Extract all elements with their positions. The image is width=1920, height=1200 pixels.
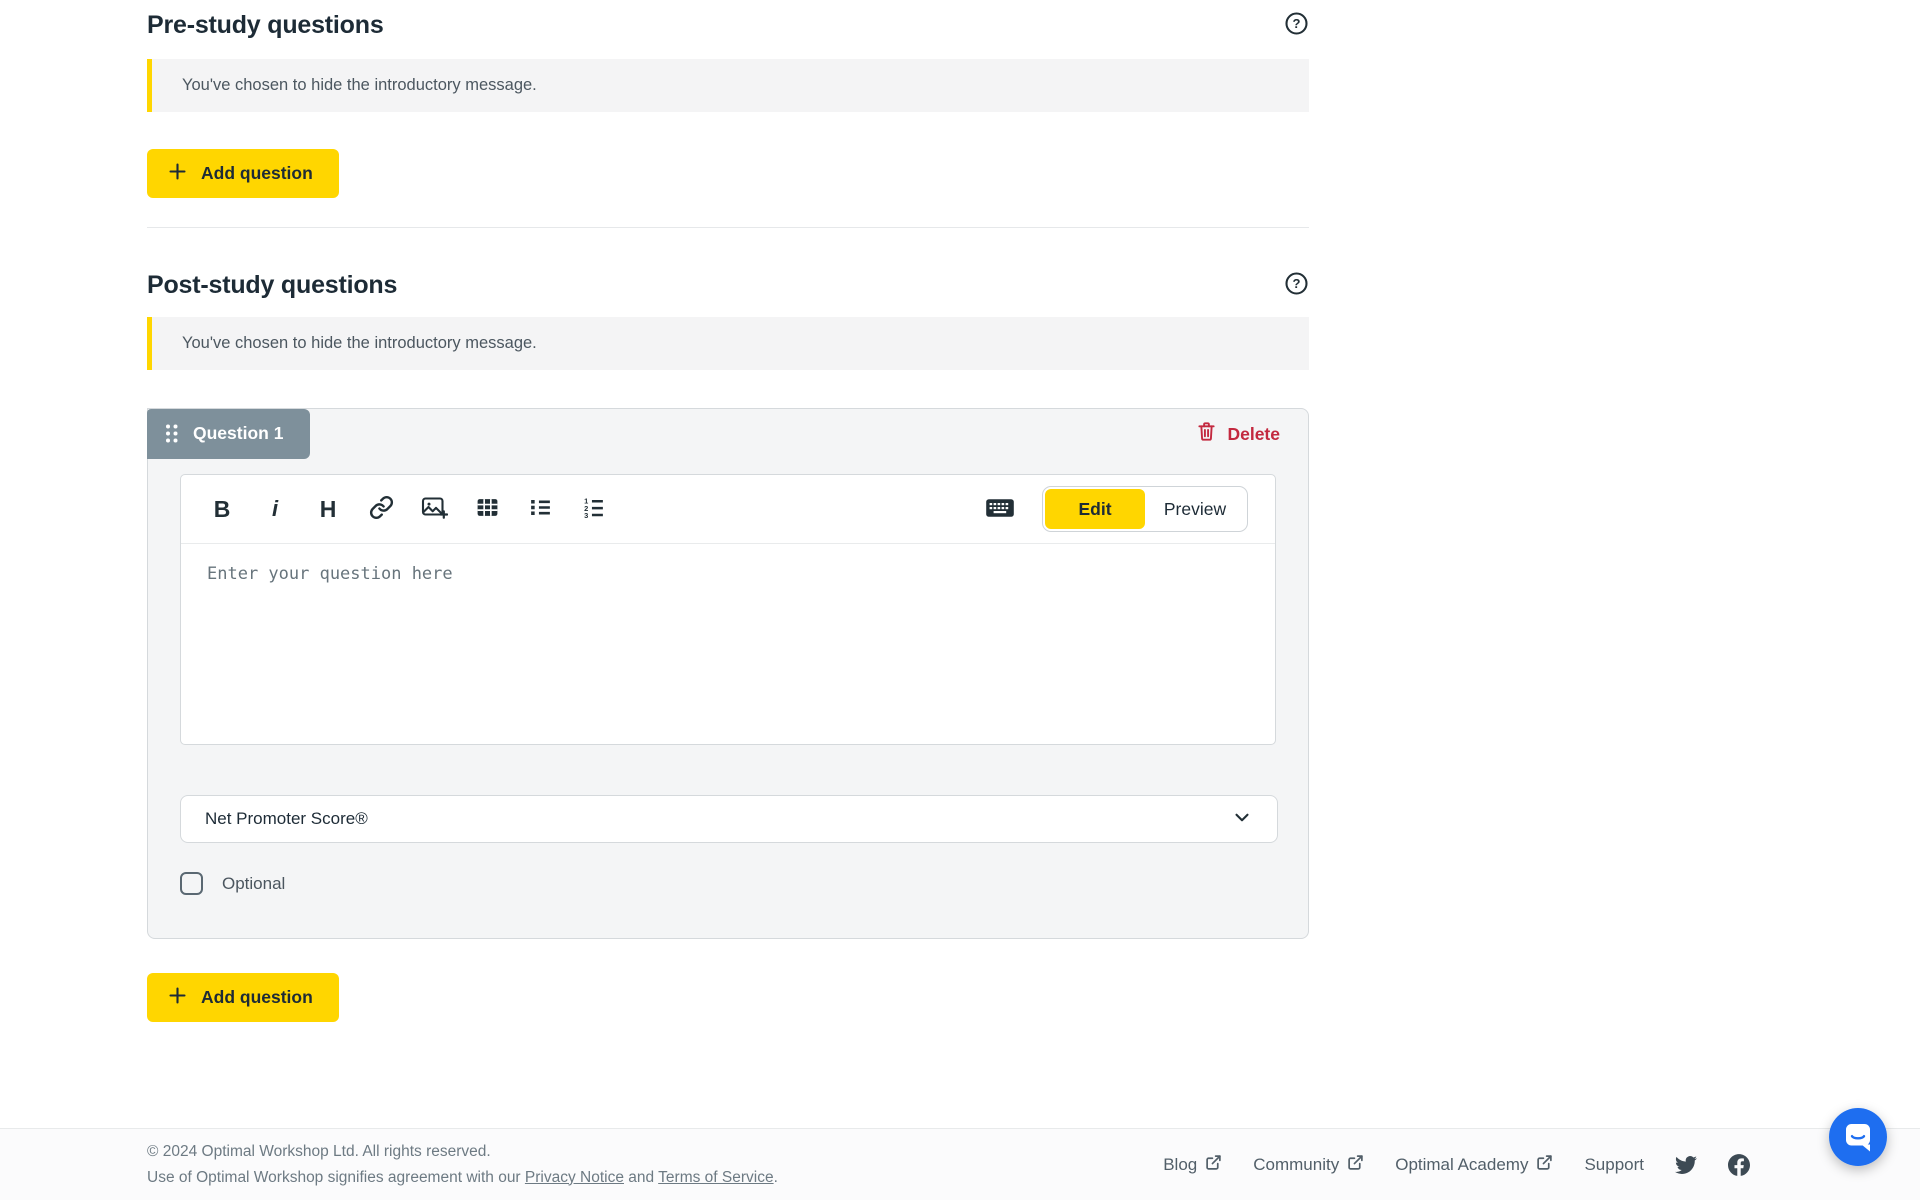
footer-links: Blog Community Optimal Academy Support: [1163, 1154, 1750, 1176]
link-icon: [369, 495, 394, 523]
heading-button[interactable]: H: [314, 494, 342, 524]
footer-link-optimal-academy[interactable]: Optimal Academy: [1395, 1154, 1553, 1176]
numbered-list-button[interactable]: 123: [579, 494, 607, 524]
pre-study-help-button[interactable]: ?: [1283, 12, 1309, 38]
section-divider: [147, 227, 1309, 228]
italic-icon: i: [272, 498, 278, 520]
pre-study-add-question-button[interactable]: Add question: [147, 149, 339, 198]
question-card-header: Question 1 Delete: [148, 409, 1308, 459]
insert-table-button[interactable]: [473, 494, 501, 524]
optional-label: Optional: [222, 874, 285, 894]
main-content: Pre-study questions ? You've chosen to h…: [147, 0, 1309, 1022]
footer-link-blog[interactable]: Blog: [1163, 1154, 1222, 1176]
agreement-text: Use of Optimal Workshop signifies agreem…: [147, 1165, 778, 1190]
question-type-value: Net Promoter Score®: [205, 809, 368, 829]
image-add-icon: [421, 495, 448, 523]
heading-icon: H: [320, 498, 337, 521]
footer-legal: © 2024 Optimal Workshop Ltd. All rights …: [147, 1139, 778, 1189]
post-study-header: Post-study questions ?: [147, 268, 1309, 302]
question-card: Question 1 Delete B i H: [147, 408, 1309, 939]
copyright-text: © 2024 Optimal Workshop Ltd. All rights …: [147, 1139, 778, 1164]
question-text-input[interactable]: [181, 544, 1275, 744]
external-link-icon: [1347, 1154, 1364, 1176]
trash-icon: [1197, 421, 1216, 447]
plus-icon: [167, 985, 188, 1011]
help-icon: ?: [1284, 11, 1309, 39]
delete-label: Delete: [1227, 424, 1280, 445]
terms-of-service-link[interactable]: Terms of Service: [658, 1169, 773, 1186]
chevron-down-icon: [1231, 806, 1253, 833]
bold-button[interactable]: B: [208, 494, 236, 524]
page-footer: © 2024 Optimal Workshop Ltd. All rights …: [0, 1128, 1920, 1200]
optional-checkbox[interactable]: [180, 872, 203, 895]
chat-bubble-icon: [1829, 1154, 1887, 1169]
external-link-icon: [1536, 1154, 1553, 1176]
post-study-help-button[interactable]: ?: [1283, 272, 1309, 298]
svg-text:3: 3: [584, 511, 588, 520]
external-link-icon: [1205, 1154, 1222, 1176]
numbered-list-icon: 123: [581, 495, 606, 523]
chat-launcher-button[interactable]: [1829, 1108, 1887, 1166]
drag-handle-icon[interactable]: [164, 423, 179, 444]
editor-toolbar: B i H: [181, 475, 1275, 544]
bullet-list-icon: [528, 495, 553, 523]
pre-study-intro-banner: You've chosen to hide the introductory m…: [147, 59, 1309, 112]
keyboard-icon: [985, 498, 1015, 521]
footer-link-support[interactable]: Support: [1584, 1155, 1644, 1175]
post-study-title: Post-study questions: [147, 271, 397, 300]
delete-question-button[interactable]: Delete: [1197, 421, 1280, 447]
pre-study-title: Pre-study questions: [147, 11, 384, 40]
svg-text:?: ?: [1292, 16, 1300, 31]
editor-body: [181, 544, 1275, 744]
footer-link-community[interactable]: Community: [1253, 1154, 1364, 1176]
link-button[interactable]: [367, 494, 395, 524]
preview-tab[interactable]: Preview: [1145, 489, 1245, 529]
question-number-label: Question 1: [193, 423, 283, 444]
add-question-label: Add question: [201, 987, 313, 1008]
add-question-label: Add question: [201, 163, 313, 184]
post-study-intro-banner: You've chosen to hide the introductory m…: [147, 317, 1309, 370]
italic-button[interactable]: i: [261, 494, 289, 524]
bold-icon: B: [214, 498, 231, 521]
plus-icon: [167, 161, 188, 187]
post-study-add-question-button[interactable]: Add question: [147, 973, 339, 1022]
facebook-icon[interactable]: [1728, 1154, 1750, 1176]
question-tab: Question 1: [147, 409, 310, 459]
bullet-list-button[interactable]: [526, 494, 554, 524]
help-icon: ?: [1284, 271, 1309, 299]
keyboard-shortcuts-button[interactable]: [986, 494, 1014, 524]
edit-preview-toggle: Edit Preview: [1042, 486, 1248, 532]
table-icon: [475, 495, 500, 523]
banner-text: You've chosen to hide the introductory m…: [182, 76, 537, 95]
optional-row: Optional: [180, 872, 1276, 938]
privacy-notice-link[interactable]: Privacy Notice: [525, 1169, 624, 1186]
pre-study-header: Pre-study questions ?: [147, 6, 1309, 44]
svg-text:?: ?: [1292, 276, 1300, 291]
question-type-select[interactable]: Net Promoter Score®: [180, 795, 1278, 843]
question-editor: B i H: [180, 474, 1276, 745]
twitter-icon[interactable]: [1675, 1154, 1697, 1176]
insert-image-button[interactable]: [420, 494, 448, 524]
edit-tab[interactable]: Edit: [1045, 489, 1145, 529]
banner-text: You've chosen to hide the introductory m…: [182, 334, 537, 353]
